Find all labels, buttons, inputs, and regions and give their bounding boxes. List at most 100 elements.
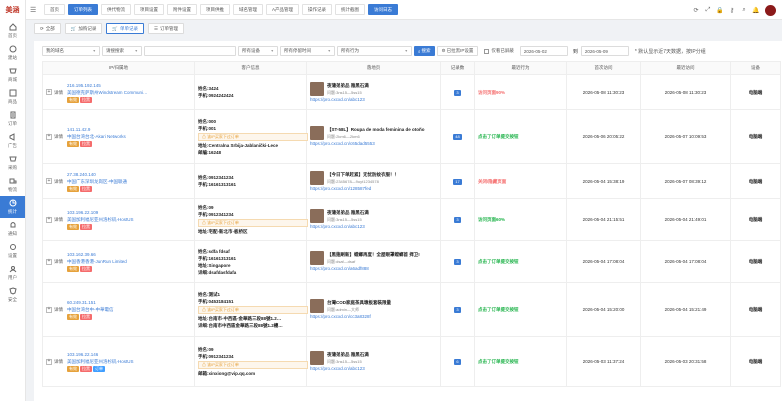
record-count-badge[interactable]: 3 (454, 217, 461, 223)
landing-page-url[interactable]: https://pro.cxcxd.cn/cc3a8328f (310, 313, 437, 320)
ip-address[interactable]: 141.11.42.9 (67, 126, 126, 133)
app-logo[interactable]: 美涵 (0, 0, 25, 20)
tab-6[interactable]: 域名管理 (233, 4, 263, 15)
search-icon[interactable]: ⌕ (738, 4, 750, 16)
behavior-select[interactable]: 所有行为 ▼ (337, 46, 412, 56)
record-count-badge[interactable]: 17 (453, 178, 462, 185)
product-thumbnail[interactable] (310, 251, 324, 265)
expand-button[interactable]: + (46, 258, 52, 265)
product-thumbnail[interactable] (310, 351, 324, 365)
keyword-input[interactable] (144, 46, 236, 56)
status-badge[interactable]: 有效 (67, 141, 79, 147)
status-badge[interactable]: 有效 (67, 266, 79, 272)
device-select[interactable]: 所有设备 ▼ (238, 46, 278, 56)
product-thumbnail[interactable] (310, 299, 324, 313)
sidebar-item-product[interactable]: 商品 (0, 86, 25, 108)
lock-icon[interactable]: 🔒 (714, 4, 726, 16)
stay-time-select[interactable]: 所有停留时间 ▼ (280, 46, 335, 56)
keyword-type-select[interactable]: 请搜搜索 ▼ (102, 46, 142, 56)
expand-button[interactable]: + (46, 216, 52, 223)
expand-button[interactable]: + (46, 133, 52, 140)
landing-page-url[interactable]: https://pro.cxcxd.cn/128587fed (310, 185, 437, 192)
record-count-badge[interactable]: 3 (454, 89, 461, 96)
sidebar-item-user[interactable]: 用户 (0, 262, 25, 284)
product-thumbnail[interactable] (310, 126, 324, 140)
refresh-icon[interactable]: ⟳ (690, 4, 702, 16)
sidebar-item-shield[interactable]: 安全 (0, 284, 25, 306)
status-badge[interactable]: 拉黑 (80, 366, 92, 372)
sidebar-item-truck[interactable]: 物流 (0, 174, 25, 196)
ip-address[interactable]: 27.38.240.140 (67, 171, 127, 178)
product-thumbnail[interactable] (310, 81, 324, 96)
detail-link[interactable]: 详情 (54, 133, 63, 140)
tab-1[interactable]: 订单列表 (68, 4, 98, 15)
landing-page-url[interactable]: https://pro.cxcxd.cn/abc123 (310, 96, 437, 103)
sidebar-item-purchase[interactable]: 采购 (0, 152, 25, 174)
status-badge[interactable]: 拉黑 (80, 314, 92, 320)
tab-8[interactable]: 操作记录 (302, 4, 333, 15)
date-to-input[interactable]: 2026-05-09 (580, 46, 629, 56)
tab-3[interactable]: 项目设置 (134, 4, 164, 15)
status-badge[interactable]: 拉黑 (80, 185, 92, 192)
search-button[interactable]: ⌕ 搜索 (414, 46, 435, 56)
status-badge[interactable]: 拉黑 (80, 141, 92, 147)
status-badge[interactable]: 拉黑 (80, 224, 92, 230)
detail-link[interactable]: 详情 (54, 306, 63, 313)
record-count-badge[interactable]: 6 (454, 359, 461, 365)
blacklist-settings-button[interactable]: ⚙ 已拉黑IP设置 (436, 46, 479, 56)
sidebar-item-gear[interactable]: 设置 (0, 240, 25, 262)
ip-address[interactable]: 216.195.192.145 (67, 82, 148, 89)
detail-link[interactable]: 详情 (54, 178, 63, 185)
domain-select[interactable]: 我的域名 ▼ (42, 46, 100, 56)
tab-2[interactable]: 供代物流 (101, 4, 131, 15)
bell-icon[interactable]: 🔔 (750, 4, 762, 16)
ip-address[interactable]: 103.196.22.109 (67, 209, 134, 216)
detail-link[interactable]: 详情 (54, 258, 63, 265)
expand-button[interactable]: + (46, 358, 52, 365)
order-management-button[interactable]: ☰ 订单管理 (148, 23, 185, 34)
avatar[interactable] (765, 4, 776, 16)
landing-page-url[interactable]: https://pro.cxcxd.cn/abc123 (310, 365, 437, 372)
single-record-button[interactable]: 🛒 单单记录 (106, 23, 144, 34)
all-button[interactable]: ⟳ 全部 (34, 23, 61, 34)
sidebar-item-order[interactable]: 订单 (0, 108, 25, 130)
landing-page-url[interactable]: https://pro.cxcxd.cn/c65dad5553 (310, 140, 437, 147)
status-badge[interactable]: 有效 (67, 185, 79, 192)
sidebar-item-home[interactable]: 首页 (0, 20, 25, 42)
expand-button[interactable]: + (46, 89, 52, 95)
product-thumbnail[interactable] (310, 209, 324, 223)
expand-button[interactable]: + (46, 306, 52, 313)
date-from-input[interactable]: 2026-05-02 (519, 46, 568, 56)
status-badge[interactable]: 有效 (67, 96, 79, 103)
sidebar-item-bell[interactable]: 通知 (0, 218, 25, 240)
product-thumbnail[interactable] (310, 170, 324, 185)
sidebar-item-shop[interactable]: 商城 (0, 64, 25, 86)
record-count-badge[interactable]: 3 (454, 307, 461, 313)
tab-10[interactable]: 访问日志 (368, 4, 399, 15)
key-icon[interactable]: ⚷ (726, 4, 738, 16)
detail-link[interactable]: 详情 (54, 358, 63, 365)
ip-address[interactable]: 103.162.39.66 (67, 251, 127, 258)
ip-address[interactable]: 60.249.31.151 (67, 299, 114, 306)
ip-address[interactable]: 103.196.22.146 (67, 351, 134, 358)
landing-page-url[interactable]: https://pro.cxcxd.cn/abc123 (310, 223, 437, 230)
sidebar-item-ad[interactable]: 广告 (0, 130, 25, 152)
landing-page-url[interactable]: https://pro.cxcxd.cn/a6adf888 (310, 265, 437, 272)
record-count-badge[interactable]: 48 (453, 134, 462, 140)
status-badge[interactable]: 有效 (67, 366, 79, 372)
menu-toggle-icon[interactable]: ☰ (30, 6, 40, 14)
detail-link[interactable]: 详情 (54, 89, 63, 96)
sidebar-item-site[interactable]: 建站 (0, 42, 25, 64)
status-badge[interactable]: 拉黑 (80, 96, 92, 103)
tab-7[interactable]: A产品管理 (266, 4, 300, 15)
add-record-button[interactable]: 🛒 加购记录 (64, 23, 103, 34)
tab-0[interactable]: 首页 (44, 4, 65, 15)
tab-4[interactable]: 附件设置 (167, 4, 197, 15)
sidebar-item-chart[interactable]: 统计 (0, 196, 25, 218)
expand-button[interactable]: + (46, 178, 52, 184)
tab-5[interactable]: 项目供推 (200, 4, 230, 15)
status-badge[interactable]: 拉黑 (80, 266, 92, 272)
detail-link[interactable]: 详情 (54, 216, 63, 223)
only-blocked-checkbox[interactable]: 仅看已屏蔽 (480, 46, 518, 56)
fullscreen-icon[interactable]: ⤢ (702, 4, 714, 16)
